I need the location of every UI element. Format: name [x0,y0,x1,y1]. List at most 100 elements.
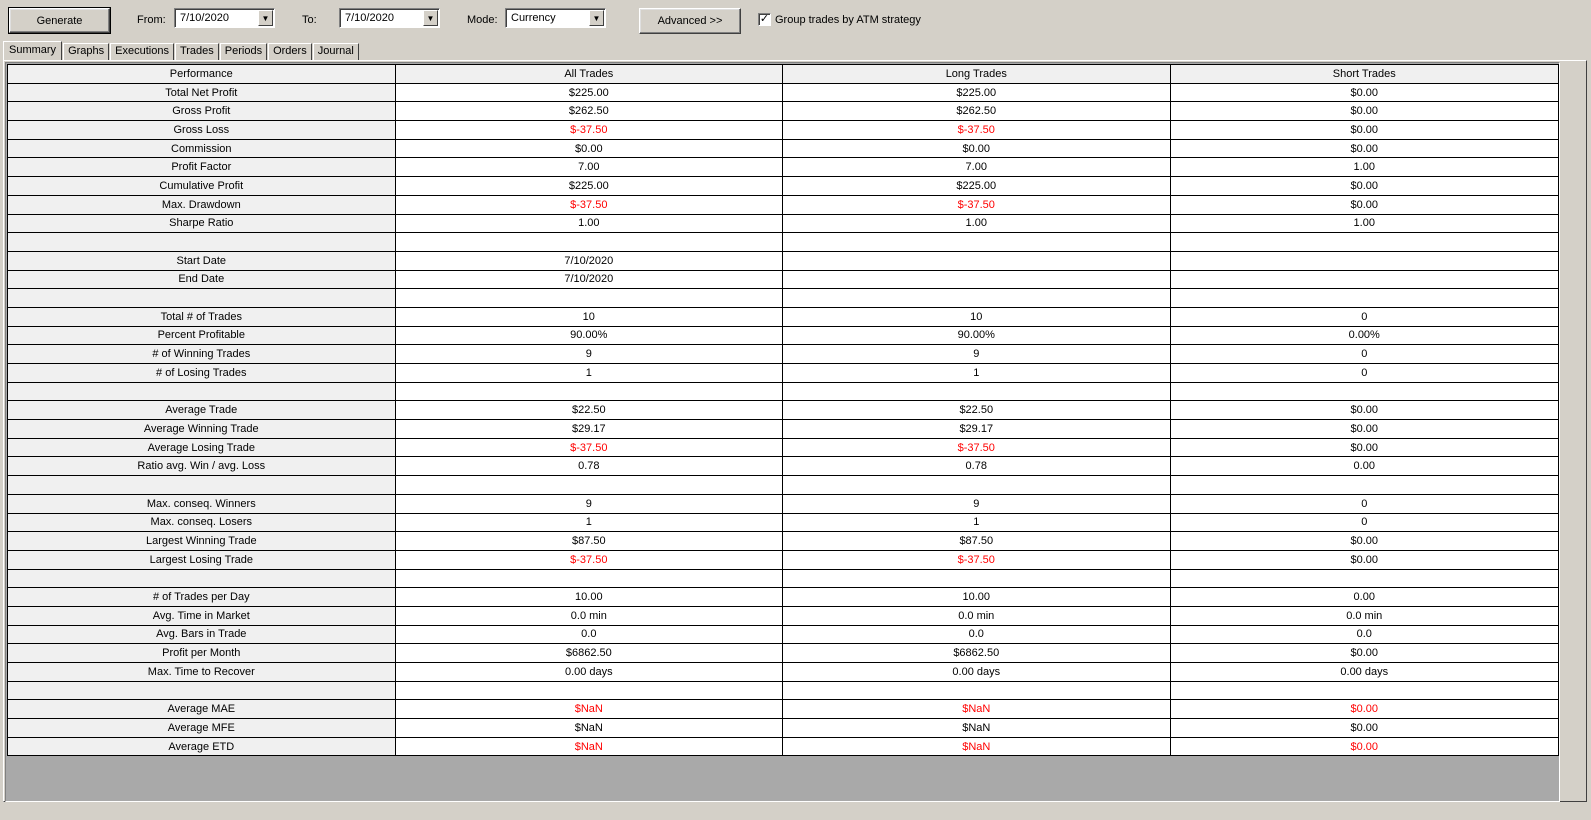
long-trades-cell: $-37.50 [782,120,1171,140]
short-trades-cell: $0.00 [1169,718,1559,738]
mode-select[interactable]: Currency ▼ [505,8,606,28]
long-trades-cell: $225.00 [782,82,1171,103]
table-row [7,475,1559,495]
long-trades-cell: 1.00 [782,213,1171,234]
chevron-down-icon[interactable]: ▼ [423,10,438,26]
from-label: From: [137,14,166,26]
row-label: # of Winning Trades [7,344,396,364]
table-row: Commission $0.00 $0.00 $0.00 [7,138,1559,159]
long-trades-cell: $-37.50 [782,194,1171,215]
row-label [7,288,396,308]
short-trades-cell: $0.00 [1169,82,1559,103]
advanced-button[interactable]: Advanced >> [639,8,741,34]
short-trades-cell: $0.00 [1169,194,1559,215]
tab-executions[interactable]: Executions [110,43,174,60]
all-trades-cell: $-37.50 [394,549,784,570]
short-trades-cell [1169,288,1559,308]
long-trades-cell: $225.00 [782,176,1171,196]
long-trades-cell [782,288,1171,308]
column-header-all-trades[interactable]: All Trades [394,64,784,84]
all-trades-cell: $NaN [394,718,784,738]
long-trades-cell: 0.00 days [782,662,1171,682]
short-trades-cell [1169,381,1559,402]
column-header-performance[interactable]: Performance [7,64,396,84]
table-row: Total Net Profit $225.00 $225.00 $0.00 [7,82,1559,103]
row-label: Avg. Time in Market [7,605,396,626]
short-trades-cell [1169,269,1559,290]
row-label: Profit per Month [7,643,396,663]
short-trades-cell: 0.0 [1169,624,1559,645]
long-trades-cell: $NaN [782,718,1171,738]
all-trades-cell: 0.0 min [394,605,784,626]
table-row: Average MAE $NaN $NaN $0.00 [7,699,1559,720]
table-row [7,568,1559,589]
group-trades-label[interactable]: Group trades by ATM strategy [775,13,921,27]
short-trades-cell: 0.00 days [1169,662,1559,682]
tab-summary[interactable]: Summary [3,41,63,60]
row-label: Max. conseq. Winners [7,493,396,514]
table-row: Total # of Trades 10 10 0 [7,306,1559,327]
long-trades-cell [782,381,1171,402]
from-date-picker[interactable]: 7/10/2020 ▼ [174,8,275,28]
tab-periods[interactable]: Periods [219,43,268,60]
chevron-down-icon[interactable]: ▼ [589,10,604,26]
all-trades-cell: 0.00 days [394,662,784,682]
all-trades-cell: 0.0 [394,624,784,645]
column-header-short-trades[interactable]: Short Trades [1169,64,1559,84]
short-trades-cell: 0 [1169,493,1559,514]
short-trades-cell: 0 [1169,306,1559,327]
all-trades-cell [394,475,784,495]
long-trades-cell [782,568,1171,589]
all-trades-cell: $262.50 [394,101,784,122]
row-label: Average Losing Trade [7,437,396,458]
short-trades-cell [1169,232,1559,252]
all-trades-cell: $225.00 [394,82,784,103]
toolbar: Generate From: 7/10/2020 ▼ To: 7/10/2020… [0,0,1591,40]
all-trades-cell: 10.00 [394,587,784,607]
long-trades-cell: $-37.50 [782,437,1171,458]
short-trades-cell: 0.00 [1169,456,1559,477]
tab-graphs[interactable]: Graphs [63,43,110,60]
short-trades-cell: $0.00 [1169,176,1559,196]
chevron-down-icon[interactable]: ▼ [258,10,273,26]
to-date-picker[interactable]: 7/10/2020 ▼ [339,8,440,28]
row-label: End Date [7,269,396,290]
long-trades-cell: $6862.50 [782,643,1171,663]
table-row: Avg. Bars in Trade 0.0 0.0 0.0 [7,624,1559,645]
table-row: Max. conseq. Losers 1 1 0 [7,512,1559,533]
all-trades-cell: 0.78 [394,456,784,477]
tab-trades[interactable]: Trades [174,43,219,60]
row-label: Profit Factor [7,157,396,178]
row-label: Commission [7,138,396,159]
group-trades-checkbox[interactable]: ✓ [758,13,771,26]
all-trades-cell: 9 [394,344,784,364]
row-label: Gross Profit [7,101,396,122]
column-header-long-trades[interactable]: Long Trades [782,64,1171,84]
row-label: Average MFE [7,718,396,738]
all-trades-cell [394,288,784,308]
row-label [7,232,396,252]
long-trades-cell: $-37.50 [782,549,1171,570]
short-trades-cell: $0.00 [1169,419,1559,439]
generate-button[interactable]: Generate [8,7,111,34]
short-trades-cell [1169,568,1559,589]
short-trades-cell: $0.00 [1169,120,1559,140]
row-label: Average MAE [7,699,396,720]
mode-label: Mode: [467,14,498,26]
tab-orders[interactable]: Orders [268,43,312,60]
row-label: # of Losing Trades [7,363,396,383]
performance-table: Performance All Trades Long Trades Short… [7,64,1559,757]
short-trades-cell [1169,250,1559,271]
table-row: Largest Losing Trade $-37.50 $-37.50 $0.00 [7,549,1559,570]
row-label: Max. Drawdown [7,194,396,215]
all-trades-cell [394,381,784,402]
long-trades-cell [782,475,1171,495]
from-date-value: 7/10/2020 [180,12,229,24]
row-label: Average Winning Trade [7,419,396,439]
long-trades-cell: $0.00 [782,138,1171,159]
table-row: # of Losing Trades 1 1 0 [7,363,1559,383]
all-trades-cell: $22.50 [394,400,784,421]
tab-journal[interactable]: Journal [312,43,359,60]
short-trades-cell: $0.00 [1169,531,1559,551]
long-trades-cell: 10.00 [782,587,1171,607]
